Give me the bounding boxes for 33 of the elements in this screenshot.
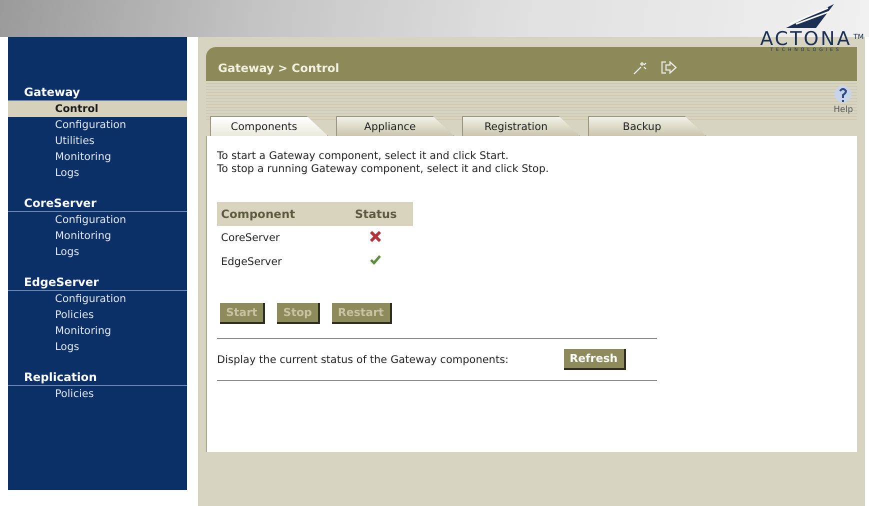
sidebar-item[interactable]: Monitoring xyxy=(8,323,187,339)
sidebar-item[interactable]: Utilities xyxy=(8,133,187,149)
tab[interactable]: Components xyxy=(210,116,328,136)
sidebar-item[interactable]: Control xyxy=(8,101,187,117)
sidebar-heading: CoreServer xyxy=(8,195,187,212)
sidebar-item[interactable]: Configuration xyxy=(8,212,187,228)
sidebar-item[interactable]: Monitoring xyxy=(8,228,187,244)
breadcrumb: Gateway > Control xyxy=(218,61,340,75)
table-cell-text: EdgeServer xyxy=(220,254,283,270)
sidebar-item[interactable]: Configuration xyxy=(8,291,187,307)
column-header: Status xyxy=(338,202,413,226)
tab[interactable]: Appliance xyxy=(336,116,454,136)
sidebar-item[interactable]: Logs xyxy=(8,244,187,260)
sidebar-item[interactable]: Policies xyxy=(8,386,187,402)
table-cell: CoreServer xyxy=(217,226,339,250)
help-button[interactable]: Help xyxy=(834,81,853,121)
refresh-description: Display the current status of the Gateway components: xyxy=(217,354,509,366)
instruction-text: To start a Gateway component, select it and click Start. xyxy=(217,150,510,163)
sidebar-item[interactable]: Policies xyxy=(8,307,187,323)
instruction-text: To stop a running Gateway component, select it and click Stop. xyxy=(217,163,550,176)
help-icon[interactable] xyxy=(834,85,852,105)
sidebar-item[interactable]: Configuration xyxy=(8,117,187,133)
sidebar-heading: Replication xyxy=(8,369,187,386)
sidebar-item[interactable]: Monitoring xyxy=(8,149,187,165)
wand-icon[interactable] xyxy=(633,61,647,75)
refresh-button[interactable]: Refresh xyxy=(564,349,626,370)
sidebar-heading: EdgeServer xyxy=(8,274,187,291)
tab[interactable]: Backup xyxy=(588,116,706,136)
sidebar-item[interactable]: Logs xyxy=(8,339,187,355)
tab[interactable]: Registration xyxy=(462,116,580,136)
exit-icon[interactable] xyxy=(661,61,677,74)
sidebar-item[interactable]: Logs xyxy=(8,165,187,181)
column-header: Component xyxy=(217,202,339,226)
